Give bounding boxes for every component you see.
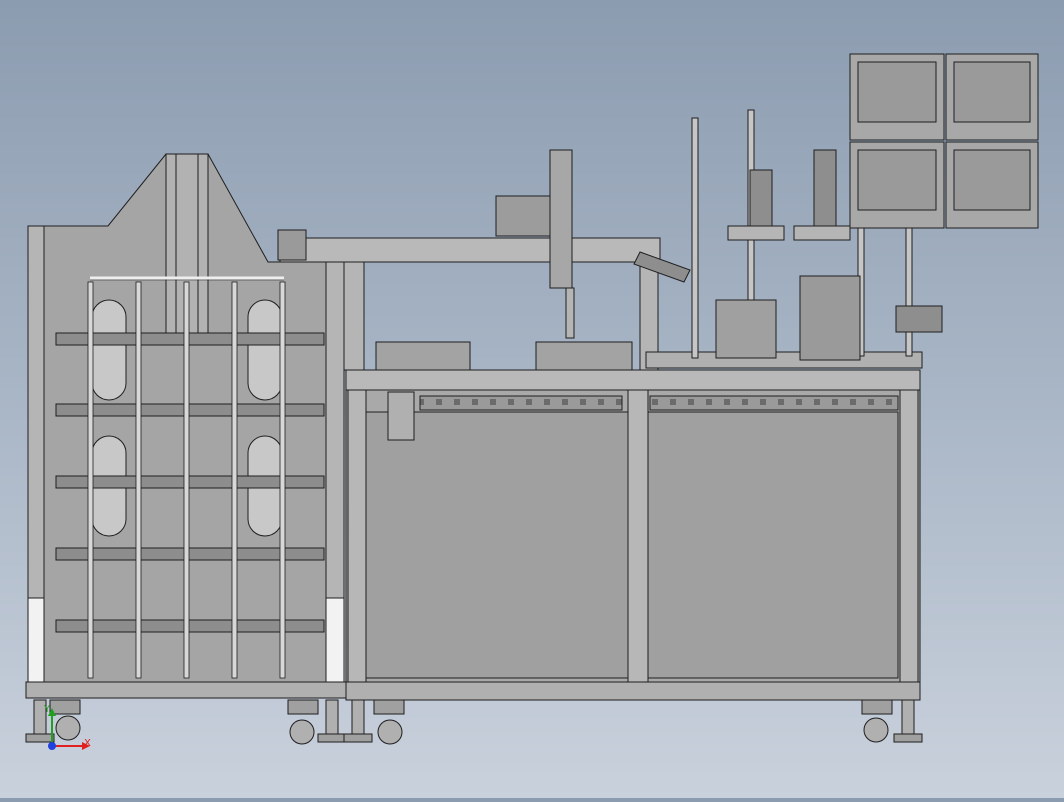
table-post [627,389,649,683]
monitor [945,53,1039,141]
monitor-screen [953,149,1031,211]
caster [861,699,893,743]
rack-rod [87,281,94,679]
z-axis-arm [565,287,575,339]
cad-graphics-viewport[interactable]: X Y [0,0,1064,798]
camera-mount-plate [793,225,851,241]
monitor [945,141,1039,229]
triad-y-label: Y [43,704,51,715]
caster [373,699,405,745]
sample-fixture [799,275,861,361]
optics-rail [645,351,923,369]
camera-mount-plate [727,225,785,241]
monitor [849,53,945,141]
rack-rod [135,281,142,679]
gantry-left-post [343,261,365,371]
rack-slot-cutout [91,299,127,401]
rack-rod [183,281,190,679]
table-upper-beam-right [649,395,899,411]
camera-lens [813,149,837,227]
stand-pole [691,117,699,359]
rack-slot-cutout [247,299,283,401]
rack-rod [231,281,238,679]
stand-pole [905,225,913,357]
table-upper-beam-left [419,395,623,411]
casters [25,699,923,745]
side-camera [895,305,943,333]
triad-x-label: X [84,738,91,749]
gantry-beam [279,237,661,263]
work-table[interactable] [345,369,921,701]
monitor-screen [953,61,1031,123]
feeder-module [375,341,471,371]
rack-rod [279,281,286,679]
feeder-module [535,341,633,371]
gantry-carriage [495,195,551,237]
table-base-frame [345,681,921,701]
triad-z-axis [48,742,56,750]
table-panel-right [647,411,899,679]
monitor [849,141,945,229]
table-post [347,389,367,683]
monitor-screen [857,149,937,211]
camera-body [749,169,773,227]
leveling-foot [317,699,347,743]
monitor-screen [857,61,937,123]
table-top [345,369,921,391]
rotary-stage [715,299,777,359]
monitor-array[interactable] [849,53,1039,229]
table-panel-left [365,411,629,679]
leveling-foot [893,699,923,743]
cad-model-canvas[interactable]: X Y [0,0,1064,798]
leveling-foot [343,699,373,743]
table-bracket [387,391,415,441]
z-axis-column [549,149,573,289]
gantry-motor [277,229,307,261]
table-post [899,389,919,683]
rack-base-frame [25,681,349,699]
caster [287,699,319,745]
